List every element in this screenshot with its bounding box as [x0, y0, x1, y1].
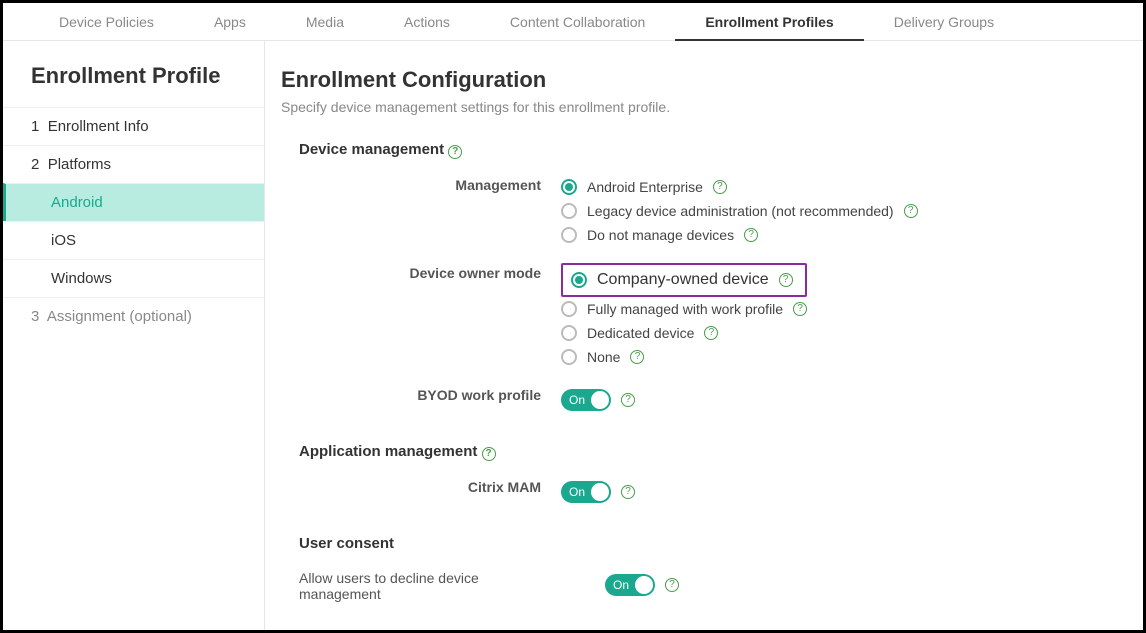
substep-android[interactable]: Android: [3, 183, 264, 221]
section-device-management: Device management ?: [281, 141, 1113, 159]
substep-ios[interactable]: iOS: [3, 221, 264, 259]
sidebar-title: Enrollment Profile: [3, 63, 264, 107]
radio-legacy-admin[interactable]: Legacy device administration (not recomm…: [561, 199, 1113, 223]
label-owner-mode: Device owner mode: [281, 263, 561, 281]
tab-actions[interactable]: Actions: [374, 3, 480, 41]
help-icon[interactable]: ?: [713, 180, 727, 194]
step-label: Assignment (optional): [47, 308, 192, 325]
step-label: Platforms: [48, 156, 111, 173]
toggle-citrix-mam[interactable]: On: [561, 481, 611, 503]
top-tabs: Device Policies Apps Media Actions Conte…: [3, 3, 1143, 41]
step-enrollment-info[interactable]: 1 Enrollment Info: [3, 107, 264, 145]
help-icon[interactable]: ?: [744, 228, 758, 242]
help-icon[interactable]: ?: [904, 204, 918, 218]
tab-content-collab[interactable]: Content Collaboration: [480, 3, 675, 41]
step-num: 1: [31, 118, 39, 135]
step-num: 2: [31, 156, 39, 173]
help-icon[interactable]: ?: [779, 273, 793, 287]
page-title: Enrollment Configuration: [281, 67, 1113, 93]
toggle-label: On: [561, 485, 585, 499]
step-label: Enrollment Info: [48, 118, 149, 135]
tab-apps[interactable]: Apps: [184, 3, 276, 41]
tab-device-policies[interactable]: Device Policies: [29, 3, 184, 41]
toggle-decline-mgmt[interactable]: On: [605, 574, 655, 596]
toggle-knob: [591, 483, 609, 501]
section-heading-text: Application management: [299, 443, 477, 460]
step-platforms[interactable]: 2 Platforms: [3, 145, 264, 183]
step-assignment[interactable]: 3 Assignment (optional): [3, 297, 264, 335]
section-heading-text: Device management: [299, 141, 444, 158]
radio-label[interactable]: Company-owned device: [597, 271, 769, 289]
highlight-company-owned: Company-owned device ?: [561, 263, 807, 297]
radio-label: Android Enterprise: [587, 179, 703, 195]
radio-icon: [561, 203, 577, 219]
main-panel: Enrollment Configuration Specify device …: [265, 41, 1143, 630]
radio-label: Dedicated device: [587, 325, 694, 341]
help-icon[interactable]: ?: [621, 485, 635, 499]
help-icon[interactable]: ?: [704, 326, 718, 340]
radio-icon: [561, 179, 577, 195]
section-user-consent: User consent: [281, 535, 1113, 552]
tab-delivery-groups[interactable]: Delivery Groups: [864, 3, 1024, 41]
help-icon[interactable]: ?: [793, 302, 807, 316]
toggle-knob: [591, 391, 609, 409]
section-app-management: Application management ?: [281, 443, 1113, 461]
tab-media[interactable]: Media: [276, 3, 374, 41]
radio-icon: [561, 301, 577, 317]
radio-label: Fully managed with work profile: [587, 301, 783, 317]
help-icon[interactable]: ?: [665, 578, 679, 592]
radio-icon: [571, 272, 587, 288]
toggle-label: On: [561, 393, 585, 407]
sidebar: Enrollment Profile 1 Enrollment Info 2 P…: [3, 41, 265, 630]
radio-none[interactable]: None ?: [561, 345, 1113, 369]
toggle-knob: [635, 576, 653, 594]
radio-label: Legacy device administration (not recomm…: [587, 203, 894, 219]
help-icon[interactable]: ?: [448, 145, 462, 159]
label-management: Management: [281, 175, 561, 193]
radio-fully-managed[interactable]: Fully managed with work profile ?: [561, 297, 1113, 321]
radio-label: None: [587, 349, 620, 365]
tab-enrollment-profiles[interactable]: Enrollment Profiles: [675, 3, 863, 41]
label-citrix-mam: Citrix MAM: [281, 477, 561, 495]
step-num: 3: [31, 308, 39, 325]
label-decline-mgmt: Allow users to decline device management: [281, 568, 581, 602]
toggle-byod[interactable]: On: [561, 389, 611, 411]
toggle-label: On: [605, 578, 629, 592]
page-subtitle: Specify device management settings for t…: [281, 99, 1113, 115]
substep-windows[interactable]: Windows: [3, 259, 264, 297]
help-icon[interactable]: ?: [482, 447, 496, 461]
label-byod: BYOD work profile: [281, 385, 561, 403]
radio-android-enterprise[interactable]: Android Enterprise ?: [561, 175, 1113, 199]
radio-dedicated-device[interactable]: Dedicated device ?: [561, 321, 1113, 345]
radio-icon: [561, 349, 577, 365]
help-icon[interactable]: ?: [630, 350, 644, 364]
radio-label: Do not manage devices: [587, 227, 734, 243]
radio-do-not-manage[interactable]: Do not manage devices ?: [561, 223, 1113, 247]
radio-icon: [561, 227, 577, 243]
help-icon[interactable]: ?: [621, 393, 635, 407]
radio-icon: [561, 325, 577, 341]
